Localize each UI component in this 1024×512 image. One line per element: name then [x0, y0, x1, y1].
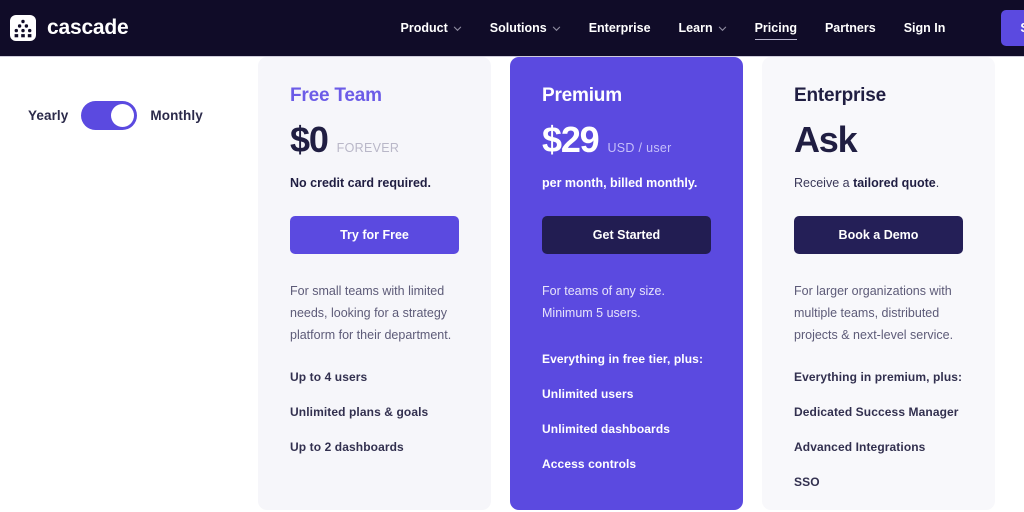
- billing-period-switch[interactable]: [81, 101, 138, 130]
- nav-label-product: Product: [400, 21, 448, 35]
- feature-list-enterprise: Everything in premium, plus: Dedicated S…: [794, 370, 963, 489]
- nav-item-learn[interactable]: Learn: [679, 17, 727, 39]
- pricing-card-enterprise: Enterprise Ask Receive a tailored quote.…: [762, 57, 995, 510]
- nav-item-partners[interactable]: Partners: [825, 17, 876, 39]
- cascade-pyramid-logo-icon: [10, 15, 36, 41]
- nav-item-pricing[interactable]: Pricing: [754, 17, 798, 40]
- list-item: Everything in premium, plus:: [794, 369, 963, 384]
- plan-name-enterprise: Enterprise: [794, 85, 886, 106]
- price-note-suffix: .: [935, 176, 940, 190]
- list-item: Advanced Integrations: [794, 439, 926, 454]
- brand-logo-link[interactable]: cascade: [10, 15, 129, 41]
- nav-label-pricing: Pricing: [754, 21, 797, 35]
- plan-description-premium-line2: Minimum 5 users.: [542, 305, 641, 320]
- nav-item-product[interactable]: Product: [401, 17, 462, 39]
- list-item: Everything in free tier, plus:: [542, 351, 704, 366]
- plan-name-free-team: Free Team: [290, 85, 382, 106]
- feature-list-free-team: Up to 4 users Unlimited plans & goals Up…: [290, 370, 459, 454]
- list-item: Up to 2 dashboards: [290, 439, 404, 454]
- chevron-down-icon: [718, 24, 727, 33]
- pricing-page: Yearly Monthly Free Team $0 FOREVER No c…: [0, 57, 1024, 512]
- chevron-down-icon: [453, 24, 462, 33]
- chevron-down-icon: [552, 24, 561, 33]
- plan-name-premium: Premium: [542, 85, 622, 106]
- price-unit-premium: USD / user: [607, 141, 672, 155]
- nav-item-solutions[interactable]: Solutions: [490, 17, 561, 39]
- pricing-card-premium: Premium $29 USD / user per month, billed…: [510, 57, 743, 510]
- price-amount-enterprise: Ask: [794, 119, 858, 160]
- nav-item-sign-in[interactable]: Sign In: [904, 17, 946, 39]
- price-row-enterprise: Ask: [794, 122, 963, 158]
- price-note-premium: per month, billed monthly.: [542, 176, 698, 190]
- plan-description-free-team: For small teams with limited needs, look…: [290, 283, 452, 342]
- nav-label-learn: Learn: [678, 21, 713, 35]
- billing-period-toggle: Yearly Monthly: [28, 101, 203, 130]
- list-item: SSO: [794, 474, 820, 489]
- toggle-label-yearly[interactable]: Yearly: [28, 108, 68, 123]
- list-item: Dedicated Success Manager: [794, 404, 959, 419]
- nav-item-enterprise[interactable]: Enterprise: [589, 17, 651, 39]
- try-for-free-button[interactable]: Try for Free: [290, 215, 459, 254]
- list-item: Up to 4 users: [290, 369, 368, 384]
- sign-up-for-free-button[interactable]: Sign up for free: [1001, 10, 1024, 46]
- price-amount-premium: $29: [542, 119, 600, 160]
- site-header: cascade Product Solutions Enterprise Lea…: [0, 0, 1024, 57]
- list-item: Unlimited users: [542, 386, 634, 401]
- list-item: Access controls: [542, 456, 637, 471]
- nav-label-solutions: Solutions: [489, 21, 547, 35]
- price-row-premium: $29 USD / user: [542, 122, 711, 158]
- pricing-card-free-team: Free Team $0 FOREVER No credit card requ…: [258, 57, 491, 510]
- plan-description-premium-line1: For teams of any size.: [542, 283, 665, 298]
- plan-description-premium: For teams of any size. Minimum 5 users.: [542, 280, 711, 324]
- price-note-emphasis: tailored quote: [853, 176, 936, 190]
- book-a-demo-button[interactable]: Book a Demo: [794, 215, 963, 254]
- main-navigation: Product Solutions Enterprise Learn Prici…: [401, 10, 1024, 46]
- price-note-enterprise: Receive a tailored quote.: [794, 175, 963, 193]
- list-item: Unlimited plans & goals: [290, 404, 429, 419]
- nav-label-partners: Partners: [824, 21, 876, 35]
- nav-label-enterprise: Enterprise: [588, 21, 651, 35]
- list-item: Unlimited dashboards: [542, 421, 671, 436]
- price-unit-free-team: FOREVER: [336, 141, 400, 155]
- switch-knob: [111, 104, 135, 127]
- plan-description-enterprise: For larger organizations with multiple t…: [794, 283, 954, 342]
- price-note-free-team: No credit card required.: [290, 176, 432, 190]
- price-row-free-team: $0 FOREVER: [290, 122, 459, 158]
- price-note-prefix: Receive a: [794, 176, 854, 190]
- toggle-label-monthly[interactable]: Monthly: [150, 108, 202, 123]
- brand-name: cascade: [47, 16, 129, 39]
- get-started-button[interactable]: Get Started: [542, 215, 711, 254]
- price-amount-free-team: $0: [290, 119, 329, 160]
- feature-list-premium: Everything in free tier, plus: Unlimited…: [542, 352, 711, 471]
- pricing-cards: Free Team $0 FOREVER No credit card requ…: [258, 57, 995, 510]
- nav-label-sign-in: Sign In: [903, 21, 946, 35]
